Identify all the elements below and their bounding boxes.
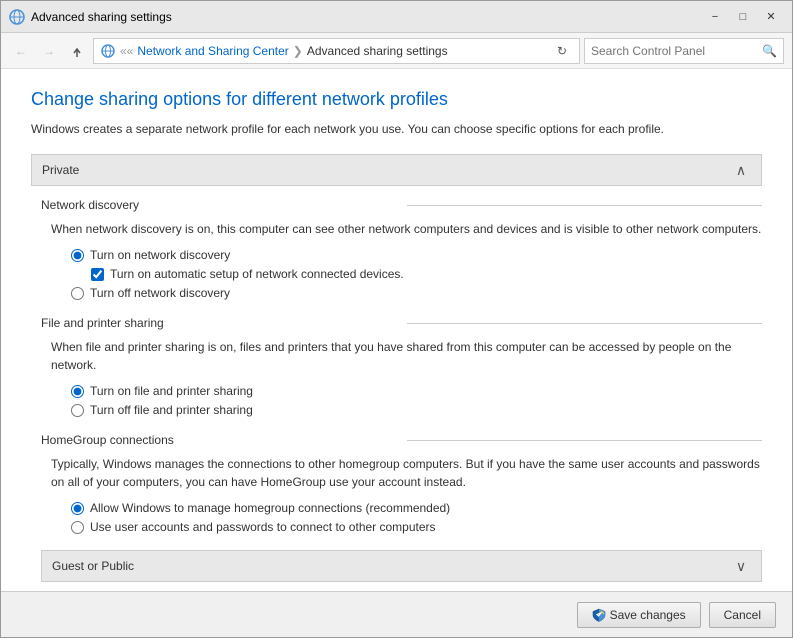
refresh-button[interactable]: ↻ (551, 40, 573, 62)
content-area: Change sharing options for different net… (1, 69, 792, 591)
shield-icon (592, 608, 606, 622)
fp-on-radio[interactable] (71, 385, 84, 398)
hg-user-label: Use user accounts and passwords to conne… (90, 520, 436, 534)
fp-off-radio[interactable] (71, 404, 84, 417)
nd-auto-setup-option[interactable]: Turn on automatic setup of network conne… (71, 267, 762, 281)
network-discovery-options: Turn on network discovery Turn on automa… (41, 248, 762, 300)
fp-on-label: Turn on file and printer sharing (90, 384, 253, 398)
address-bar: «« Network and Sharing Center ❯ Advanced… (93, 38, 580, 64)
nd-auto-setup-checkbox[interactable] (91, 268, 104, 281)
search-input[interactable] (591, 44, 762, 58)
page-description: Windows creates a separate network profi… (31, 120, 762, 138)
hg-user-option[interactable]: Use user accounts and passwords to conne… (71, 520, 762, 534)
search-button[interactable]: 🔍 (762, 44, 777, 58)
window-controls: − □ ✕ (702, 7, 784, 27)
nd-off-label: Turn off network discovery (90, 286, 230, 300)
nd-on-option[interactable]: Turn on network discovery (71, 248, 762, 262)
homegroup-title: HomeGroup connections (41, 433, 397, 447)
file-printer-options: Turn on file and printer sharing Turn of… (41, 384, 762, 417)
footer: Save changes Cancel (1, 591, 792, 637)
search-box: 🔍 (584, 38, 784, 64)
nd-auto-setup-label: Turn on automatic setup of network conne… (110, 267, 404, 281)
file-printer-divider (407, 323, 763, 324)
network-discovery-divider (407, 205, 763, 206)
guest-section-header: Guest or Public ∨ (41, 550, 762, 582)
homegroup-divider (407, 440, 763, 441)
main-content: Change sharing options for different net… (1, 69, 792, 591)
address-network-center[interactable]: Network and Sharing Center (137, 44, 288, 58)
file-printer-title: File and printer sharing (41, 316, 397, 330)
cancel-button[interactable]: Cancel (709, 602, 776, 628)
forward-button[interactable]: → (37, 39, 61, 63)
network-discovery-title: Network discovery (41, 198, 397, 212)
up-button[interactable] (65, 39, 89, 63)
homegroup-title-row: HomeGroup connections (41, 433, 762, 447)
address-current: Advanced sharing settings (307, 44, 448, 58)
nd-off-option[interactable]: Turn off network discovery (71, 286, 762, 300)
network-icon (100, 43, 116, 59)
save-button[interactable]: Save changes (577, 602, 701, 628)
private-section-title: Private (42, 163, 731, 177)
fp-off-option[interactable]: Turn off file and printer sharing (71, 403, 762, 417)
homegroup-subsection: HomeGroup connections Typically, Windows… (31, 433, 762, 534)
hg-user-radio[interactable] (71, 521, 84, 534)
private-collapse-button[interactable]: ∧ (731, 160, 751, 180)
homegroup-options: Allow Windows to manage homegroup connec… (41, 501, 762, 534)
window-title: Advanced sharing settings (31, 10, 702, 24)
close-button[interactable]: ✕ (758, 7, 784, 27)
hg-windows-option[interactable]: Allow Windows to manage homegroup connec… (71, 501, 762, 515)
maximize-button[interactable]: □ (730, 7, 756, 27)
fp-off-label: Turn off file and printer sharing (90, 403, 253, 417)
hg-windows-label: Allow Windows to manage homegroup connec… (90, 501, 450, 515)
address-chevron: ❯ (293, 44, 303, 58)
title-bar: Advanced sharing settings − □ ✕ (1, 1, 792, 33)
guest-section-title: Guest or Public (52, 559, 731, 573)
private-section-header: Private ∧ (31, 154, 762, 186)
nd-off-radio[interactable] (71, 287, 84, 300)
guest-collapse-button[interactable]: ∨ (731, 556, 751, 576)
nd-on-radio[interactable] (71, 249, 84, 262)
save-label: Save changes (610, 608, 686, 622)
network-discovery-title-row: Network discovery (41, 198, 762, 212)
fp-on-option[interactable]: Turn on file and printer sharing (71, 384, 762, 398)
network-discovery-desc: When network discovery is on, this compu… (41, 220, 762, 238)
file-printer-title-row: File and printer sharing (41, 316, 762, 330)
file-printer-subsection: File and printer sharing When file and p… (31, 316, 762, 417)
nd-on-label: Turn on network discovery (90, 248, 230, 262)
file-printer-desc: When file and printer sharing is on, fil… (41, 338, 762, 374)
homegroup-desc: Typically, Windows manages the connectio… (41, 455, 762, 491)
guest-section-stub: Guest or Public ∨ (31, 550, 762, 582)
network-discovery-subsection: Network discovery When network discovery… (31, 198, 762, 300)
nav-bar: ← → «« Network and Sharing Center ❯ Adva… (1, 33, 792, 69)
minimize-button[interactable]: − (702, 7, 728, 27)
back-button[interactable]: ← (9, 39, 33, 63)
address-separator: «« (120, 44, 133, 58)
main-window: Advanced sharing settings − □ ✕ ← → «« N… (0, 0, 793, 638)
hg-windows-radio[interactable] (71, 502, 84, 515)
window-icon (9, 9, 25, 25)
page-title: Change sharing options for different net… (31, 89, 762, 110)
